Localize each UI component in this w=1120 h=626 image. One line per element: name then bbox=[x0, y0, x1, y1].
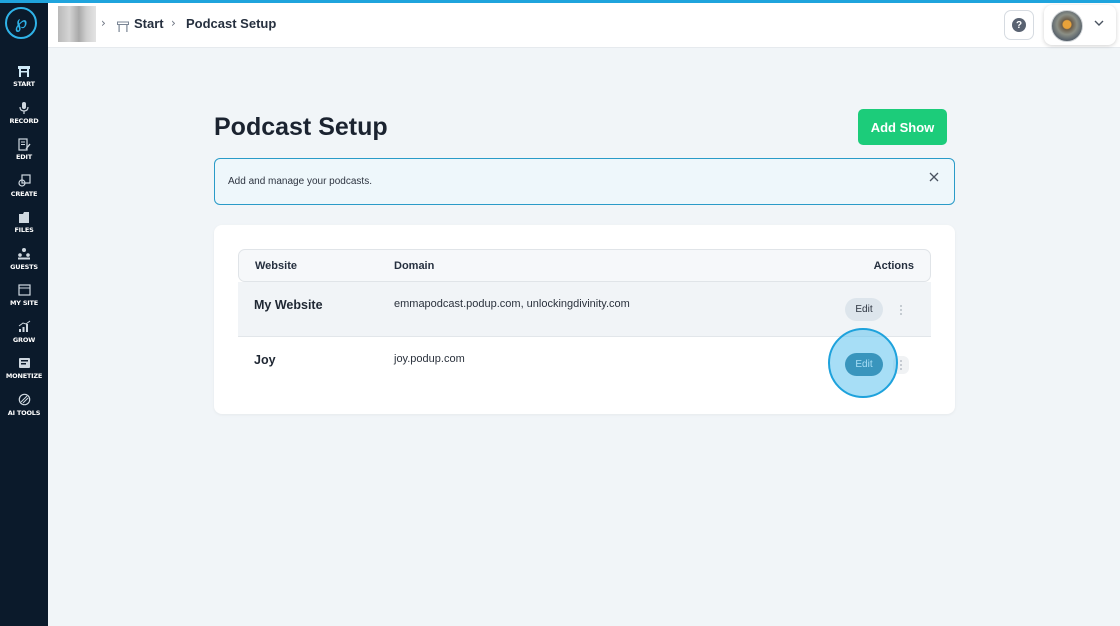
sidebar-item-label: GROW bbox=[12, 335, 36, 344]
sidebar-item-label: CREATE bbox=[10, 189, 38, 198]
guests-icon bbox=[17, 247, 31, 261]
sidebar-item-label: MONETIZE bbox=[5, 372, 43, 381]
column-header-domain: Domain bbox=[394, 260, 435, 272]
table-row: Joy joy.podup.com Edit bbox=[238, 337, 931, 392]
edit-button[interactable]: Edit bbox=[845, 298, 883, 321]
grow-icon bbox=[17, 320, 31, 334]
monetize-icon bbox=[17, 356, 31, 370]
podup-logo-icon[interactable]: ℘ bbox=[5, 7, 37, 39]
website-domain: emmapodcast.podup.com, unlockingdivinity… bbox=[394, 298, 630, 310]
edit-button[interactable]: Edit bbox=[845, 353, 883, 376]
sidebar-item-label: AI TOOLS bbox=[7, 408, 41, 417]
sidebar-item-label: START bbox=[13, 80, 35, 89]
avatar bbox=[1051, 10, 1083, 42]
sidebar-item-record[interactable]: RECORD bbox=[0, 95, 48, 132]
sidebar-item-monetize[interactable]: MONETIZE bbox=[0, 350, 48, 387]
help-button[interactable]: ? bbox=[1004, 10, 1034, 40]
add-show-button[interactable]: Add Show bbox=[858, 109, 947, 145]
sidebar-item-files[interactable]: FILES bbox=[0, 204, 48, 241]
sidebar-item-ai-tools[interactable]: AI TOOLS bbox=[0, 387, 48, 424]
chevron-right-icon: › bbox=[171, 16, 176, 30]
info-banner-text: Add and manage your podcasts. bbox=[228, 176, 372, 187]
info-banner: Add and manage your podcasts. bbox=[214, 158, 955, 205]
help-icon: ? bbox=[1012, 18, 1026, 32]
breadcrumb-start[interactable]: Start bbox=[134, 16, 164, 31]
start-icon bbox=[17, 64, 31, 78]
close-icon[interactable] bbox=[928, 171, 940, 183]
sidebar-item-label: RECORD bbox=[9, 116, 39, 125]
chevron-down-icon bbox=[1094, 20, 1104, 26]
website-name: My Website bbox=[254, 298, 323, 312]
column-header-actions: Actions bbox=[873, 260, 914, 272]
top-header: › Start › Podcast Setup ? bbox=[48, 3, 1120, 48]
breadcrumb-current: Podcast Setup bbox=[186, 16, 277, 31]
column-header-website: Website bbox=[255, 260, 297, 272]
sidebar-nav: START RECORD EDIT CREATE FILES GUESTS MY… bbox=[0, 58, 48, 423]
start-icon bbox=[117, 18, 129, 32]
ai-icon bbox=[17, 393, 31, 407]
website-name: Joy bbox=[254, 353, 276, 367]
sidebar-item-my-site[interactable]: MY SITE bbox=[0, 277, 48, 314]
create-icon bbox=[17, 174, 31, 188]
sidebar: ℘ START RECORD EDIT CREATE FILES GUESTS … bbox=[0, 0, 48, 626]
sidebar-item-grow[interactable]: GROW bbox=[0, 314, 48, 351]
edit-icon bbox=[17, 137, 31, 151]
mic-icon bbox=[17, 101, 31, 115]
more-options-icon[interactable] bbox=[893, 301, 909, 319]
top-accent-line bbox=[0, 0, 1120, 3]
sidebar-item-label: MY SITE bbox=[9, 299, 38, 308]
sidebar-item-start[interactable]: START bbox=[0, 58, 48, 95]
table-row: My Website emmapodcast.podup.com, unlock… bbox=[238, 282, 931, 337]
show-thumbnail[interactable] bbox=[58, 6, 96, 42]
page-title: Podcast Setup bbox=[214, 113, 388, 141]
table-header: Website Domain Actions bbox=[238, 249, 931, 282]
sidebar-item-create[interactable]: CREATE bbox=[0, 168, 48, 205]
profile-menu-button[interactable] bbox=[1044, 5, 1116, 45]
sidebar-item-label: EDIT bbox=[16, 153, 32, 162]
sidebar-item-label: GUESTS bbox=[10, 262, 38, 271]
website-domain: joy.podup.com bbox=[394, 353, 465, 365]
podcasts-table-card: Website Domain Actions My Website emmapo… bbox=[214, 225, 955, 414]
sidebar-item-guests[interactable]: GUESTS bbox=[0, 241, 48, 278]
sidebar-item-label: FILES bbox=[14, 226, 34, 235]
site-icon bbox=[17, 283, 31, 297]
sidebar-item-edit[interactable]: EDIT bbox=[0, 131, 48, 168]
files-icon bbox=[17, 210, 31, 224]
more-options-icon[interactable] bbox=[893, 356, 909, 374]
chevron-right-icon: › bbox=[101, 16, 106, 30]
